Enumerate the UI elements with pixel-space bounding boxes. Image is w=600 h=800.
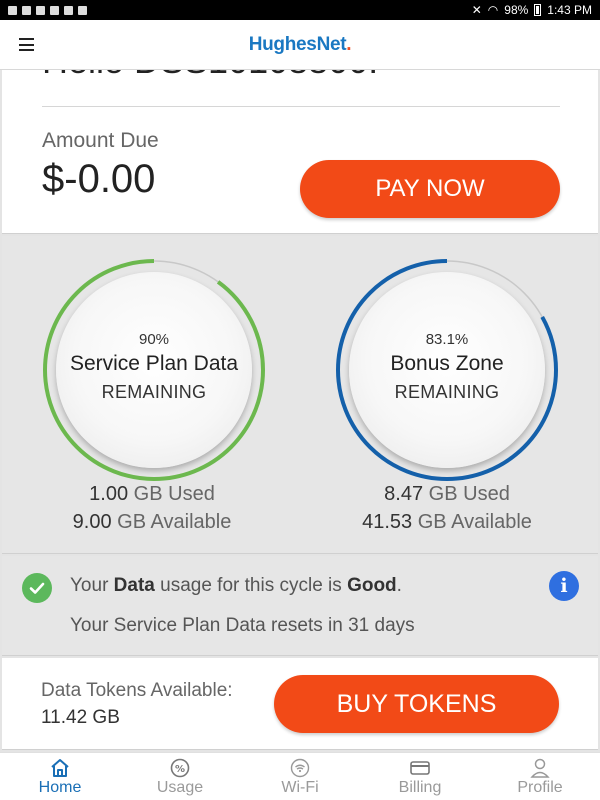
mail-icon [36, 5, 45, 15]
flag-icon [78, 5, 87, 15]
service-plan-stats: 1.00 GB Used 9.00 GB Available [22, 480, 282, 536]
nav-wifi-label: Wi-Fi [281, 779, 319, 796]
wifi-signal-icon: ◠ [487, 3, 499, 17]
calendar-icon [50, 5, 59, 15]
svg-text:%: % [175, 764, 185, 775]
system-status: ✕ ◠ 98% 1:43 PM [472, 3, 592, 17]
image-icon [22, 5, 31, 15]
bonus-zone-percent: 83.1% [425, 331, 469, 348]
clock: 1:43 PM [547, 3, 592, 17]
bonus-zone-stats: 8.47 GB Used 41.53 GB Available [317, 480, 577, 536]
hamburger-menu-icon[interactable] [19, 38, 34, 51]
greeting: Hello DSS10108800! [42, 70, 378, 82]
status-bar: ✕ ◠ 98% 1:43 PM [0, 0, 600, 20]
bonus-zone-dial: 83.1% Bonus Zone REMAINING [349, 272, 545, 468]
reset-info-text: Your Service Plan Data resets in 31 days [70, 615, 415, 636]
wifi-icon [290, 757, 310, 779]
bottom-navigation: Home % Usage Wi-Fi Billing Profile [0, 752, 600, 800]
nav-wifi[interactable]: Wi-Fi [240, 753, 360, 800]
nav-billing-label: Billing [398, 779, 442, 796]
data-tokens-label: Data Tokens Available: [41, 680, 233, 701]
usage-status-text: Your Data usage for this cycle is Good. [70, 575, 402, 596]
bonus-zone-used: 8.47 GB Used [384, 483, 510, 505]
nav-usage[interactable]: % Usage [120, 753, 240, 800]
service-plan-percent: 90% [138, 331, 170, 348]
app-header: HughesNet. [0, 20, 600, 70]
service-plan-remaining: REMAINING [101, 382, 207, 402]
buy-tokens-button[interactable]: BUY TOKENS [274, 675, 559, 733]
service-plan-gauge[interactable]: 90% Service Plan Data REMAINING [42, 258, 266, 482]
usage-panel: 90% Service Plan Data REMAINING 83.1% Bo… [2, 236, 598, 554]
bonus-zone-title: Bonus Zone [390, 352, 504, 375]
divider [42, 106, 560, 107]
service-plan-available: 9.00 GB Available [72, 511, 232, 533]
check-circle-icon [22, 573, 52, 603]
usage-status-panel: Your Data usage for this cycle is Good. … [2, 556, 598, 656]
brand-logo: HughesNet. [248, 33, 352, 55]
nav-usage-label: Usage [156, 779, 204, 796]
notification-icons [8, 5, 87, 15]
bonus-zone-remaining: REMAINING [394, 382, 500, 402]
mute-icon: ✕ [471, 3, 482, 17]
service-plan-dial: 90% Service Plan Data REMAINING [56, 272, 252, 468]
battery-icon [534, 4, 542, 16]
battery-percent: 98% [504, 3, 529, 17]
home-icon [49, 757, 71, 779]
data-tokens-value: 11.42 GB [41, 707, 120, 728]
pay-now-button[interactable]: PAY NOW [300, 160, 560, 218]
usage-icon: % [170, 757, 190, 779]
service-plan-title: Service Plan Data [69, 352, 239, 375]
data-tokens-card: Data Tokens Available: 11.42 GB BUY TOKE… [2, 658, 598, 750]
nav-profile[interactable]: Profile [480, 753, 600, 800]
amount-card: Hello DSS10108800! Amount Due $-0.00 PAY… [2, 70, 598, 234]
amount-due-value: $-0.00 [42, 157, 156, 201]
profile-icon [530, 757, 550, 779]
notification-icon [8, 5, 17, 15]
nav-home-label: Home [38, 779, 82, 796]
amount-due-label: Amount Due [42, 129, 159, 152]
info-icon[interactable]: i [549, 571, 579, 601]
bonus-zone-available: 41.53 GB Available [362, 511, 532, 533]
service-plan-used: 1.00 GB Used [89, 483, 215, 505]
bonus-zone-gauge[interactable]: 83.1% Bonus Zone REMAINING [335, 258, 559, 482]
billing-icon [409, 757, 431, 779]
nav-profile-label: Profile [517, 779, 563, 796]
cloud-icon [64, 5, 73, 15]
nav-billing[interactable]: Billing [360, 753, 480, 800]
nav-home[interactable]: Home [0, 753, 120, 800]
